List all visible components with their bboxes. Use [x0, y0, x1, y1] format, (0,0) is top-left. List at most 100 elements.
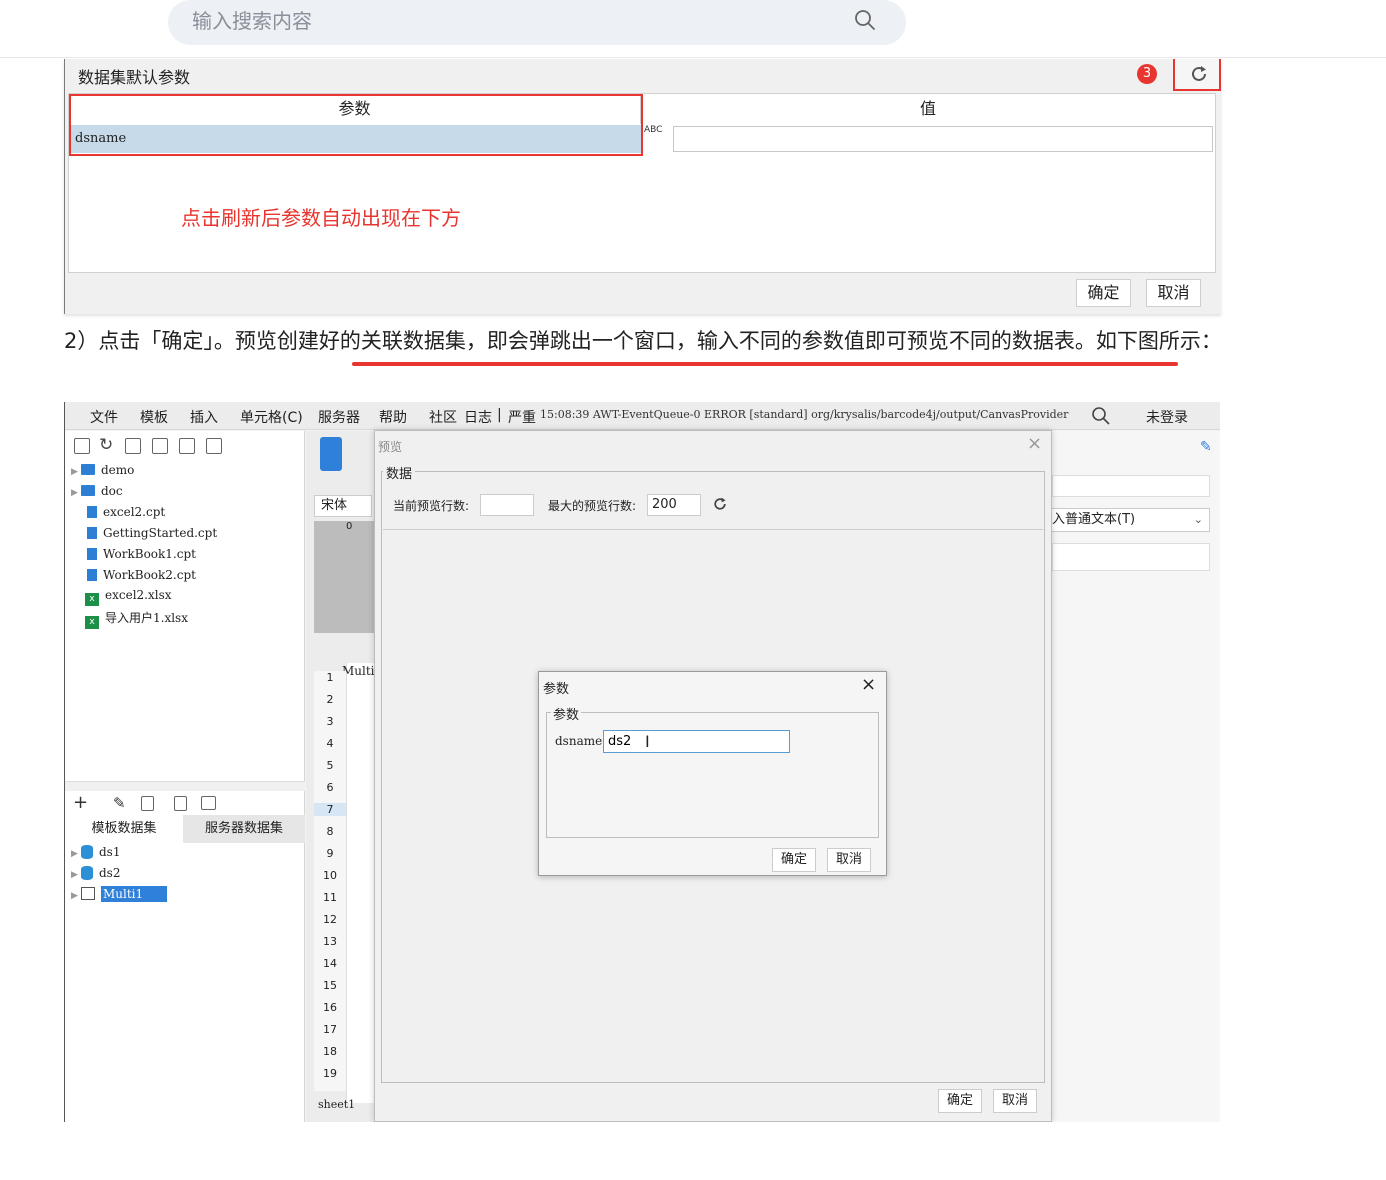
property-input[interactable]: [1052, 475, 1210, 497]
refresh-button[interactable]: [1173, 59, 1221, 91]
expand-icon[interactable]: ▶: [71, 870, 81, 880]
row-number[interactable]: 4: [314, 737, 346, 750]
menu-community[interactable]: 社区: [429, 407, 457, 427]
param-value-input[interactable]: [673, 126, 1213, 152]
edit-pencil-icon[interactable]: ✎: [113, 794, 126, 812]
delete-icon[interactable]: [179, 438, 195, 454]
row-number[interactable]: 6: [314, 781, 346, 794]
row-header: 1 2 3 4 5 6 7 8 9 10 11 12 13 14 15 16 1…: [314, 671, 346, 1091]
cancel-button[interactable]: 取消: [827, 848, 871, 872]
panel-divider[interactable]: [65, 781, 305, 791]
tree-item[interactable]: excel2.cpt: [87, 505, 165, 525]
row-number[interactable]: 9: [314, 847, 346, 860]
row-number-selected[interactable]: 7: [314, 803, 346, 816]
ok-button[interactable]: 确定: [1076, 279, 1131, 307]
refresh-icon[interactable]: ↻: [99, 435, 113, 455]
tree-item[interactable]: WorkBook2.cpt: [87, 568, 196, 588]
refresh-icon[interactable]: [712, 496, 728, 512]
annotation-note: 点击刷新后参数自动出现在下方: [181, 206, 461, 230]
row-number[interactable]: 1: [314, 671, 346, 684]
edit-icon[interactable]: [152, 438, 168, 454]
cell-column[interactable]: [346, 663, 376, 1103]
row-number[interactable]: 16: [314, 1001, 346, 1014]
sheet-tab[interactable]: sheet1: [318, 1098, 355, 1111]
current-rows-input[interactable]: [480, 494, 534, 516]
ok-button[interactable]: 确定: [772, 848, 816, 872]
copy-icon[interactable]: [206, 438, 222, 454]
row-number[interactable]: 17: [314, 1023, 346, 1036]
row-number[interactable]: 10: [314, 869, 346, 882]
row-number[interactable]: 3: [314, 715, 346, 728]
row-number[interactable]: 13: [314, 935, 346, 948]
left-panel: ↻ ▶ demo ▶ doc excel2.cpt GettingStarted.c…: [65, 431, 305, 1122]
type-abc-icon[interactable]: ABC: [644, 126, 662, 135]
database-icon: [81, 845, 93, 859]
ok-button[interactable]: 确定: [938, 1089, 982, 1113]
cell-a1[interactable]: Multi: [342, 664, 375, 678]
open-icon[interactable]: [125, 438, 141, 454]
close-icon[interactable]: ×: [1027, 433, 1042, 454]
max-rows-input[interactable]: 200: [647, 494, 701, 516]
cpt-file-icon: [87, 527, 97, 539]
row-number[interactable]: 19: [314, 1067, 346, 1080]
delete-icon[interactable]: [141, 796, 154, 811]
search-input[interactable]: [192, 6, 832, 36]
row-number[interactable]: 14: [314, 957, 346, 970]
dataset-item[interactable]: ▶ ds1: [71, 845, 120, 865]
dataset-item-selected[interactable]: ▶ Multi1: [71, 886, 168, 907]
cancel-button[interactable]: 取消: [993, 1089, 1037, 1113]
row-number[interactable]: 5: [314, 759, 346, 772]
template-icon[interactable]: [320, 437, 342, 471]
cpt-file-icon: [87, 569, 97, 581]
menu-server[interactable]: 服务器: [318, 407, 360, 427]
row-number[interactable]: 18: [314, 1045, 346, 1058]
menu-help[interactable]: 帮助: [379, 407, 407, 427]
menu-template[interactable]: 模板: [140, 407, 168, 427]
ruler-zero-label: 0: [346, 521, 353, 532]
tree-item[interactable]: ▶ doc: [71, 484, 123, 504]
insert-type-label: 入普通文本(T): [1052, 512, 1136, 527]
search-icon[interactable]: [854, 9, 876, 31]
menu-cell[interactable]: 单元格(C): [240, 407, 303, 427]
tree-item[interactable]: GettingStarted.cpt: [87, 526, 217, 546]
menu-log[interactable]: 日志: [464, 407, 492, 427]
row-number[interactable]: 8: [314, 825, 346, 838]
row-number[interactable]: 11: [314, 891, 346, 904]
row-number[interactable]: 2: [314, 693, 346, 706]
tab-template-datasets[interactable]: 模板数据集: [65, 815, 183, 843]
row-number[interactable]: 12: [314, 913, 346, 926]
tree-item[interactable]: ▶ demo: [71, 463, 134, 483]
edit-pencil-icon[interactable]: ✎: [1200, 439, 1212, 455]
tree-item[interactable]: x excel2.xlsx: [85, 588, 172, 608]
insert-type-select[interactable]: 入普通文本(T) ⌄: [1050, 508, 1210, 532]
add-icon[interactable]: +: [73, 792, 88, 813]
preview-icon[interactable]: [174, 796, 187, 811]
cancel-button[interactable]: 取消: [1146, 279, 1201, 307]
search-icon[interactable]: [1091, 406, 1111, 426]
close-icon[interactable]: ×: [861, 674, 876, 695]
dataset-params-title: 数据集默认参数: [78, 68, 191, 87]
tab-server-datasets[interactable]: 服务器数据集: [183, 815, 305, 843]
expand-icon[interactable]: ▶: [71, 891, 81, 901]
row-number[interactable]: 15: [314, 979, 346, 992]
dataset-item[interactable]: ▶ ds2: [71, 866, 120, 886]
menu-file[interactable]: 文件: [90, 407, 118, 427]
font-select[interactable]: 宋体: [314, 495, 372, 517]
expand-icon[interactable]: ▶: [71, 488, 81, 498]
dsname-label: dsname:: [555, 734, 607, 748]
server-icon[interactable]: [201, 796, 216, 810]
expand-icon[interactable]: ▶: [71, 849, 81, 859]
menu-insert[interactable]: 插入: [190, 407, 218, 427]
new-folder-icon[interactable]: [74, 438, 90, 454]
database-icon: [81, 866, 93, 880]
login-link[interactable]: 未登录: [1146, 407, 1188, 427]
tree-item[interactable]: x 导入用户1.xlsx: [85, 609, 188, 629]
dsname-input[interactable]: [603, 730, 790, 753]
params-dialog: 参数 × 参数 dsname: I 确定 取消: [538, 671, 887, 876]
excel-file-icon: x: [85, 616, 99, 629]
tree-item[interactable]: WorkBook1.cpt: [87, 547, 196, 567]
property-input[interactable]: [1052, 543, 1210, 571]
refresh-icon: [1192, 66, 1206, 81]
ruler: 0: [314, 521, 374, 633]
expand-icon[interactable]: ▶: [71, 467, 81, 477]
